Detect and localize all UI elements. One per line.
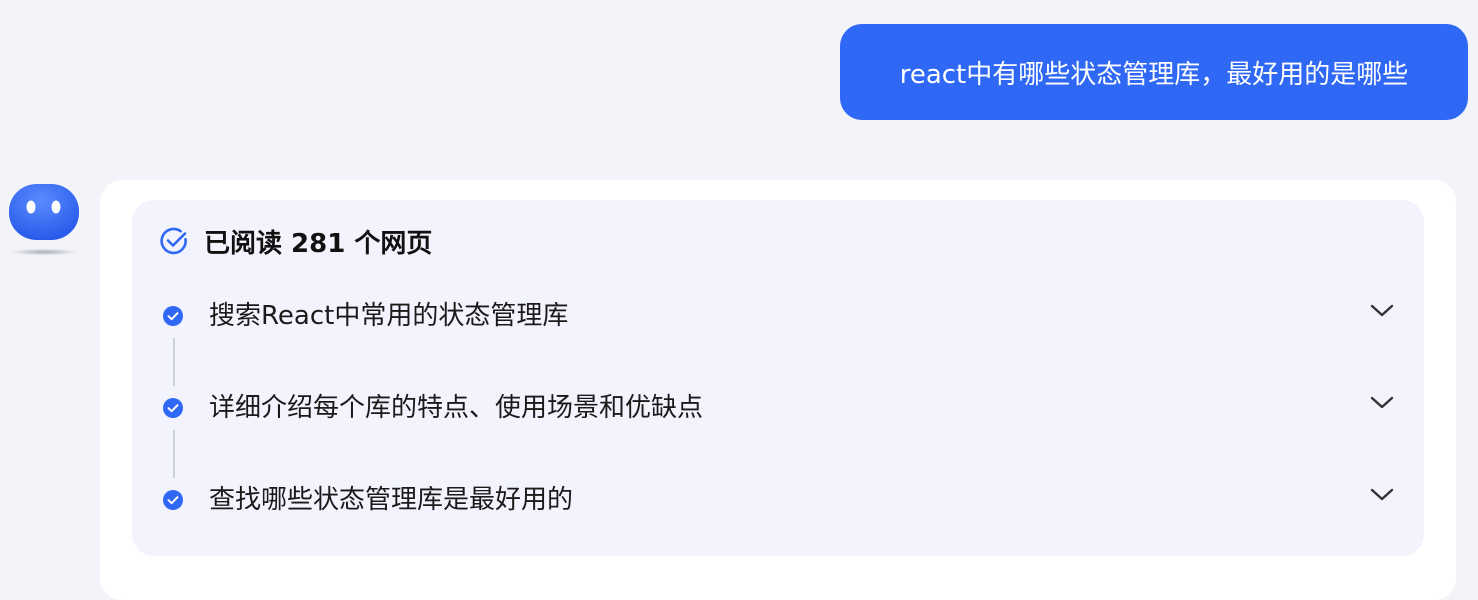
reading-step-1[interactable]: 搜索React中常用的状态管理库: [162, 297, 1402, 337]
chevron-down-icon[interactable]: [1368, 389, 1396, 417]
chevron-down-icon[interactable]: [1368, 297, 1396, 325]
reading-step-3[interactable]: 查找哪些状态管理库是最好用的: [162, 481, 1402, 521]
reading-step-2[interactable]: 详细介绍每个库的特点、使用场景和优缺点: [162, 389, 1402, 429]
reading-panel-title: 已阅读 281 个网页: [204, 228, 433, 259]
chevron-down-icon[interactable]: [1368, 481, 1396, 509]
robot-avatar-icon: [8, 182, 80, 258]
step-label: 详细介绍每个库的特点、使用场景和优缺点: [209, 393, 704, 423]
step-connector: [173, 338, 175, 386]
reading-panel-header: 已阅读 281 个网页: [158, 224, 433, 259]
step-connector: [173, 430, 175, 478]
user-message-text: react中有哪些状态管理库，最好用的是哪些: [899, 59, 1409, 90]
step-done-icon: [163, 398, 183, 418]
step-done-icon: [163, 490, 183, 510]
step-label: 查找哪些状态管理库是最好用的: [209, 485, 574, 515]
check-circle-icon: [160, 227, 187, 255]
step-label: 搜索React中常用的状态管理库: [209, 301, 569, 331]
user-message-bubble: react中有哪些状态管理库，最好用的是哪些: [840, 24, 1468, 120]
step-done-icon: [163, 306, 183, 326]
